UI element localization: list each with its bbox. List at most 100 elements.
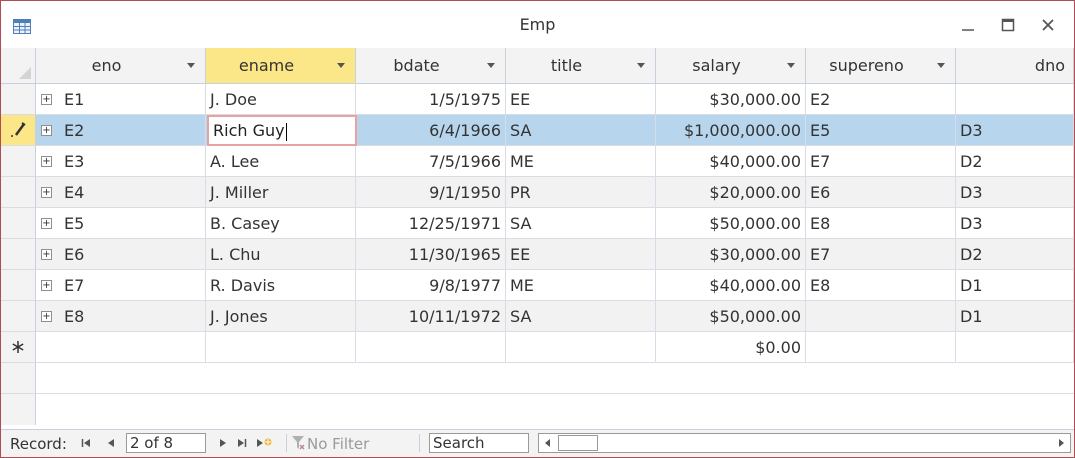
plus-box-icon[interactable]: + [41, 94, 52, 105]
cell-dno[interactable]: D2 [956, 146, 1074, 177]
column-header-dno[interactable]: dno [956, 48, 1074, 84]
cell-supereno[interactable]: E7 [806, 146, 956, 177]
cell-dno[interactable]: D3 [956, 115, 1074, 146]
record-selector[interactable] [1, 177, 36, 208]
cell-bdate[interactable]: 1/5/1975 [356, 84, 506, 115]
cell-ename[interactable] [206, 332, 356, 363]
record-selector[interactable] [1, 332, 36, 363]
cell-salary[interactable]: $1,000,000.00 [656, 115, 806, 146]
cell-title[interactable]: PR [506, 177, 656, 208]
cell-ename[interactable]: L. Chu [206, 239, 356, 270]
cell-salary[interactable]: $20,000.00 [656, 177, 806, 208]
cell-dno[interactable]: D2 [956, 239, 1074, 270]
cell-bdate[interactable]: 9/1/1950 [356, 177, 506, 208]
record-selector[interactable] [1, 146, 36, 177]
chevron-down-icon[interactable] [487, 63, 495, 68]
cell-ename[interactable]: R. Davis [206, 270, 356, 301]
cell-dno[interactable] [956, 332, 1074, 363]
record-selector[interactable] [1, 301, 36, 332]
cell-eno[interactable]: E1 [36, 84, 206, 115]
record-selector[interactable] [1, 239, 36, 270]
cell-supereno[interactable]: E8 [806, 270, 956, 301]
column-header-eno[interactable]: eno [36, 48, 206, 84]
cell-salary[interactable]: $30,000.00 [656, 239, 806, 270]
scrollbar-thumb[interactable] [558, 435, 598, 451]
scroll-left-button[interactable] [539, 434, 557, 452]
cell-eno[interactable]: E3 [36, 146, 206, 177]
record-selector[interactable] [1, 84, 36, 115]
cell-supereno[interactable]: E7 [806, 239, 956, 270]
chevron-down-icon[interactable] [337, 63, 345, 68]
chevron-down-icon[interactable] [787, 63, 795, 68]
cell-salary[interactable]: $50,000.00 [656, 301, 806, 332]
column-header-ename[interactable]: ename [206, 48, 356, 84]
cell-bdate[interactable]: 6/4/1966 [356, 115, 506, 146]
close-button[interactable] [1034, 9, 1062, 41]
plus-box-icon[interactable]: + [41, 249, 52, 260]
cell-supereno[interactable]: E6 [806, 177, 956, 208]
cell-eno[interactable] [36, 332, 206, 363]
cell-title[interactable]: EE [506, 239, 656, 270]
current-record-input[interactable]: 2 of 8 [126, 433, 206, 453]
cell-ename[interactable]: A. Lee [206, 146, 356, 177]
record-selector[interactable] [1, 270, 36, 301]
plus-box-icon[interactable]: + [41, 187, 52, 198]
cell-dno[interactable]: D3 [956, 177, 1074, 208]
previous-record-icon[interactable] [107, 438, 115, 448]
plus-box-icon[interactable]: + [41, 156, 52, 167]
cell-bdate[interactable]: 9/8/1977 [356, 270, 506, 301]
cell-title[interactable]: SA [506, 208, 656, 239]
new-record-icon[interactable] [256, 436, 272, 450]
plus-box-icon[interactable]: + [41, 125, 52, 136]
plus-box-icon[interactable]: + [41, 311, 52, 322]
select-all-corner[interactable] [1, 48, 36, 84]
chevron-down-icon[interactable] [637, 63, 645, 68]
cell-supereno[interactable] [806, 301, 956, 332]
cell-title[interactable]: SA [506, 301, 656, 332]
horizontal-scrollbar[interactable] [538, 433, 1071, 453]
cell-supereno[interactable] [806, 332, 956, 363]
cell-title[interactable] [506, 332, 656, 363]
cell-ename[interactable]: J. Jones [206, 301, 356, 332]
first-record-icon[interactable] [81, 438, 91, 448]
cell-ename[interactable]: B. Casey [206, 208, 356, 239]
cell-supereno[interactable]: E2 [806, 84, 956, 115]
cell-bdate[interactable]: 12/25/1971 [356, 208, 506, 239]
cell-salary[interactable]: $0.00 [656, 332, 806, 363]
cell-dno[interactable]: D1 [956, 301, 1074, 332]
title-bar[interactable]: Emp [1, 1, 1074, 48]
scroll-right-button[interactable] [1052, 434, 1070, 452]
cell-salary[interactable]: $50,000.00 [656, 208, 806, 239]
cell-eno[interactable]: E2 [36, 115, 206, 146]
cell-dno[interactable]: D1 [956, 270, 1074, 301]
no-filter-button[interactable]: No Filter [307, 435, 369, 453]
cell-bdate[interactable]: 7/5/1966 [356, 146, 506, 177]
cell-salary[interactable]: $40,000.00 [656, 270, 806, 301]
next-record-icon[interactable] [219, 438, 227, 448]
cell-supereno[interactable]: E8 [806, 208, 956, 239]
chevron-down-icon[interactable] [187, 63, 195, 68]
column-header-supereno[interactable]: supereno [806, 48, 956, 84]
cell-salary[interactable]: $40,000.00 [656, 146, 806, 177]
maximize-button[interactable] [994, 9, 1022, 41]
column-header-title[interactable]: title [506, 48, 656, 84]
cell-dno[interactable]: D3 [956, 208, 1074, 239]
cell-supereno[interactable]: E5 [806, 115, 956, 146]
minimize-button[interactable] [954, 9, 982, 41]
search-input[interactable]: Search [429, 433, 529, 453]
cell-dno[interactable] [956, 84, 1074, 115]
record-selector[interactable] [1, 115, 36, 146]
cell-ename[interactable]: J. Miller [206, 177, 356, 208]
cell-ename-editing[interactable]: Rich Guy [207, 115, 357, 146]
cell-eno[interactable]: E7 [36, 270, 206, 301]
column-header-salary[interactable]: salary [656, 48, 806, 84]
plus-box-icon[interactable]: + [41, 218, 52, 229]
cell-title[interactable]: ME [506, 270, 656, 301]
cell-eno[interactable]: E6 [36, 239, 206, 270]
column-header-bdate[interactable]: bdate [356, 48, 506, 84]
filter-icon[interactable] [291, 435, 305, 451]
cell-bdate[interactable]: 11/30/1965 [356, 239, 506, 270]
cell-salary[interactable]: $30,000.00 [656, 84, 806, 115]
record-selector[interactable] [1, 208, 36, 239]
cell-title[interactable]: ME [506, 146, 656, 177]
